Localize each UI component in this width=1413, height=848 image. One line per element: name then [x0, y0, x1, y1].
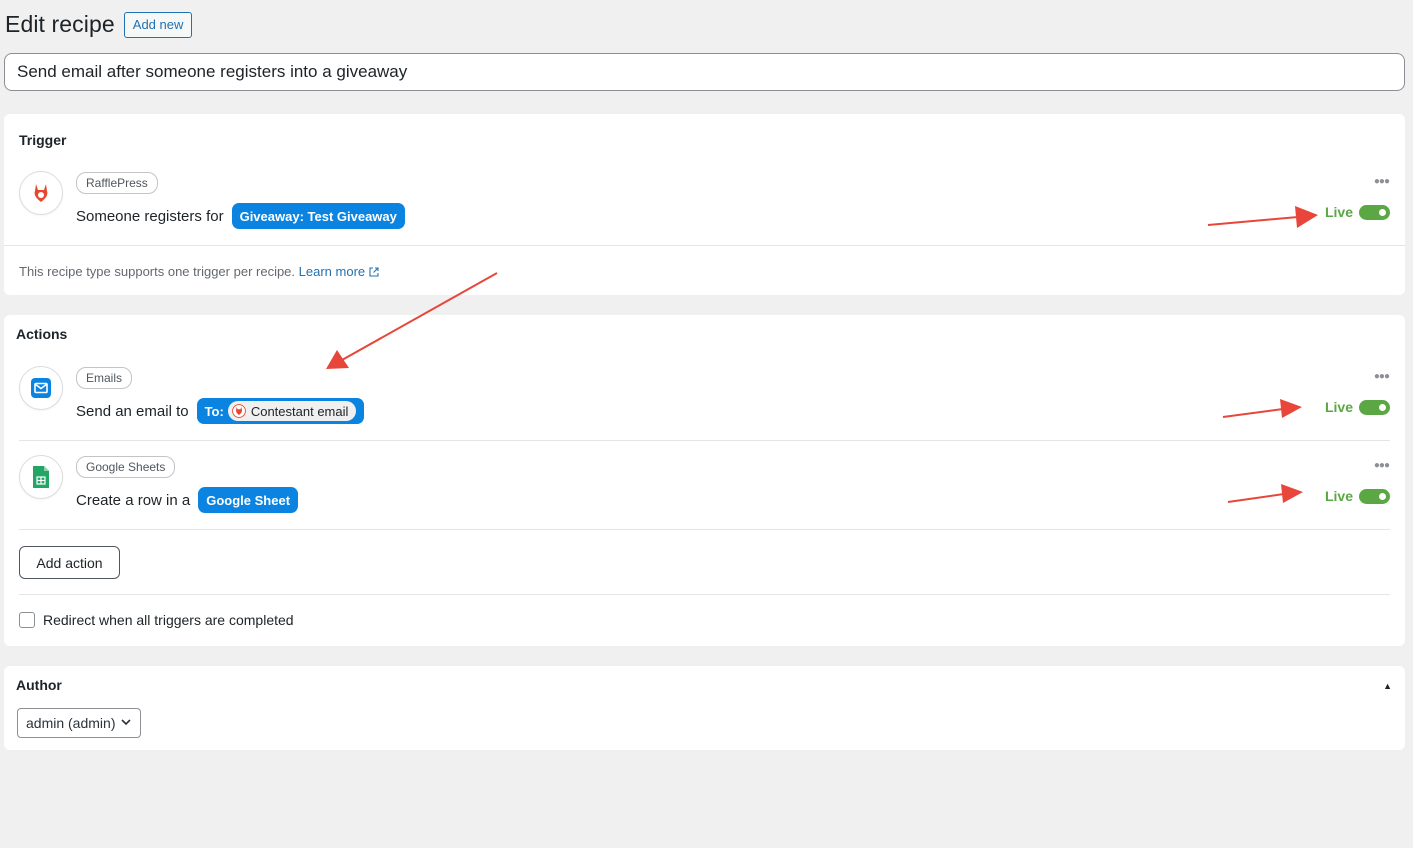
- trigger-sentence: Someone registers for Giveaway: Test Giv…: [76, 202, 405, 230]
- live-label: Live: [1324, 204, 1353, 220]
- recipe-title-input[interactable]: Send email after someone registers into …: [4, 53, 1405, 91]
- page-title: Edit recipe: [5, 11, 115, 37]
- note-text: This recipe type supports one trigger pe…: [19, 264, 296, 279]
- live-label: Live: [1324, 399, 1353, 415]
- divider: [19, 594, 1390, 595]
- external-link-icon: [369, 267, 379, 277]
- trigger-note: This recipe type supports one trigger pe…: [19, 264, 379, 279]
- live-toggle[interactable]: [1359, 488, 1390, 504]
- live-status[interactable]: Live: [1325, 204, 1390, 220]
- contestant-email-token: Contestant email: [227, 401, 357, 421]
- divider: [19, 529, 1390, 530]
- redirect-label: Redirect when all triggers are completed: [43, 612, 294, 628]
- author-panel-title: Author: [16, 677, 62, 693]
- author-select[interactable]: admin (admin): [17, 708, 141, 738]
- trigger-token-pill[interactable]: Giveaway: Test Giveaway: [231, 203, 405, 229]
- divider: [4, 245, 1405, 246]
- trigger-item[interactable]: RafflePress Someone registers for Giveaw…: [4, 171, 1405, 245]
- page-header: Edit recipe Add new: [5, 11, 193, 38]
- action-item-google-sheets[interactable]: Google Sheets Create a row in a Google S…: [4, 455, 1405, 529]
- live-status[interactable]: Live: [1325, 399, 1390, 415]
- action-token-pill[interactable]: Google Sheet: [198, 487, 299, 513]
- redirect-checkbox[interactable]: [19, 612, 35, 628]
- action-sentence-text: Create a row in a: [76, 491, 191, 509]
- more-options-icon[interactable]: ●●●: [1374, 460, 1390, 471]
- add-new-button[interactable]: Add new: [123, 11, 193, 38]
- learn-more-label: Learn more: [298, 264, 366, 279]
- author-selected: admin (admin): [26, 715, 116, 731]
- collapse-icon[interactable]: ▲: [1383, 681, 1392, 691]
- actions-panel-title: Actions: [16, 326, 68, 342]
- token-prefix: To:: [204, 403, 224, 419]
- live-toggle[interactable]: [1359, 204, 1390, 220]
- action-sentence-text: Send an email to: [76, 402, 189, 420]
- trigger-sentence-text: Someone registers for: [76, 207, 224, 225]
- action-token-pill[interactable]: To: Contestant email: [196, 398, 365, 424]
- actions-panel: Actions Emails Send an email to To: Cont…: [4, 315, 1405, 646]
- chevron-down-icon: [121, 719, 131, 726]
- live-label: Live: [1324, 488, 1353, 504]
- token-label: Giveaway: Test Giveaway: [239, 208, 397, 224]
- google-sheets-icon: [19, 455, 63, 499]
- action-item-email[interactable]: Emails Send an email to To: Contestant e…: [4, 366, 1405, 440]
- token-label: Google Sheet: [206, 492, 291, 508]
- author-panel: Author ▲ admin (admin): [4, 666, 1405, 750]
- action-sentence: Send an email to To: Contestant email: [76, 397, 365, 425]
- learn-more-link[interactable]: Learn more: [299, 264, 379, 279]
- more-options-icon[interactable]: ●●●: [1374, 176, 1390, 187]
- integration-tag: Google Sheets: [76, 456, 176, 478]
- email-icon: [19, 366, 63, 410]
- add-action-button[interactable]: Add action: [19, 546, 120, 579]
- divider: [19, 440, 1390, 441]
- redirect-option[interactable]: Redirect when all triggers are completed: [19, 612, 294, 628]
- more-options-icon[interactable]: ●●●: [1374, 371, 1390, 382]
- integration-tag: RafflePress: [76, 172, 158, 194]
- rafflepress-icon: [231, 404, 246, 418]
- action-sentence: Create a row in a Google Sheet: [76, 486, 299, 514]
- integration-tag: Emails: [76, 367, 133, 389]
- live-toggle[interactable]: [1359, 399, 1390, 415]
- trigger-panel-title: Trigger: [19, 132, 67, 148]
- live-status[interactable]: Live: [1325, 488, 1390, 504]
- rafflepress-icon: [19, 171, 63, 215]
- trigger-panel: Trigger RafflePress Someone registers fo…: [4, 114, 1405, 295]
- token-label: Contestant email: [250, 403, 349, 419]
